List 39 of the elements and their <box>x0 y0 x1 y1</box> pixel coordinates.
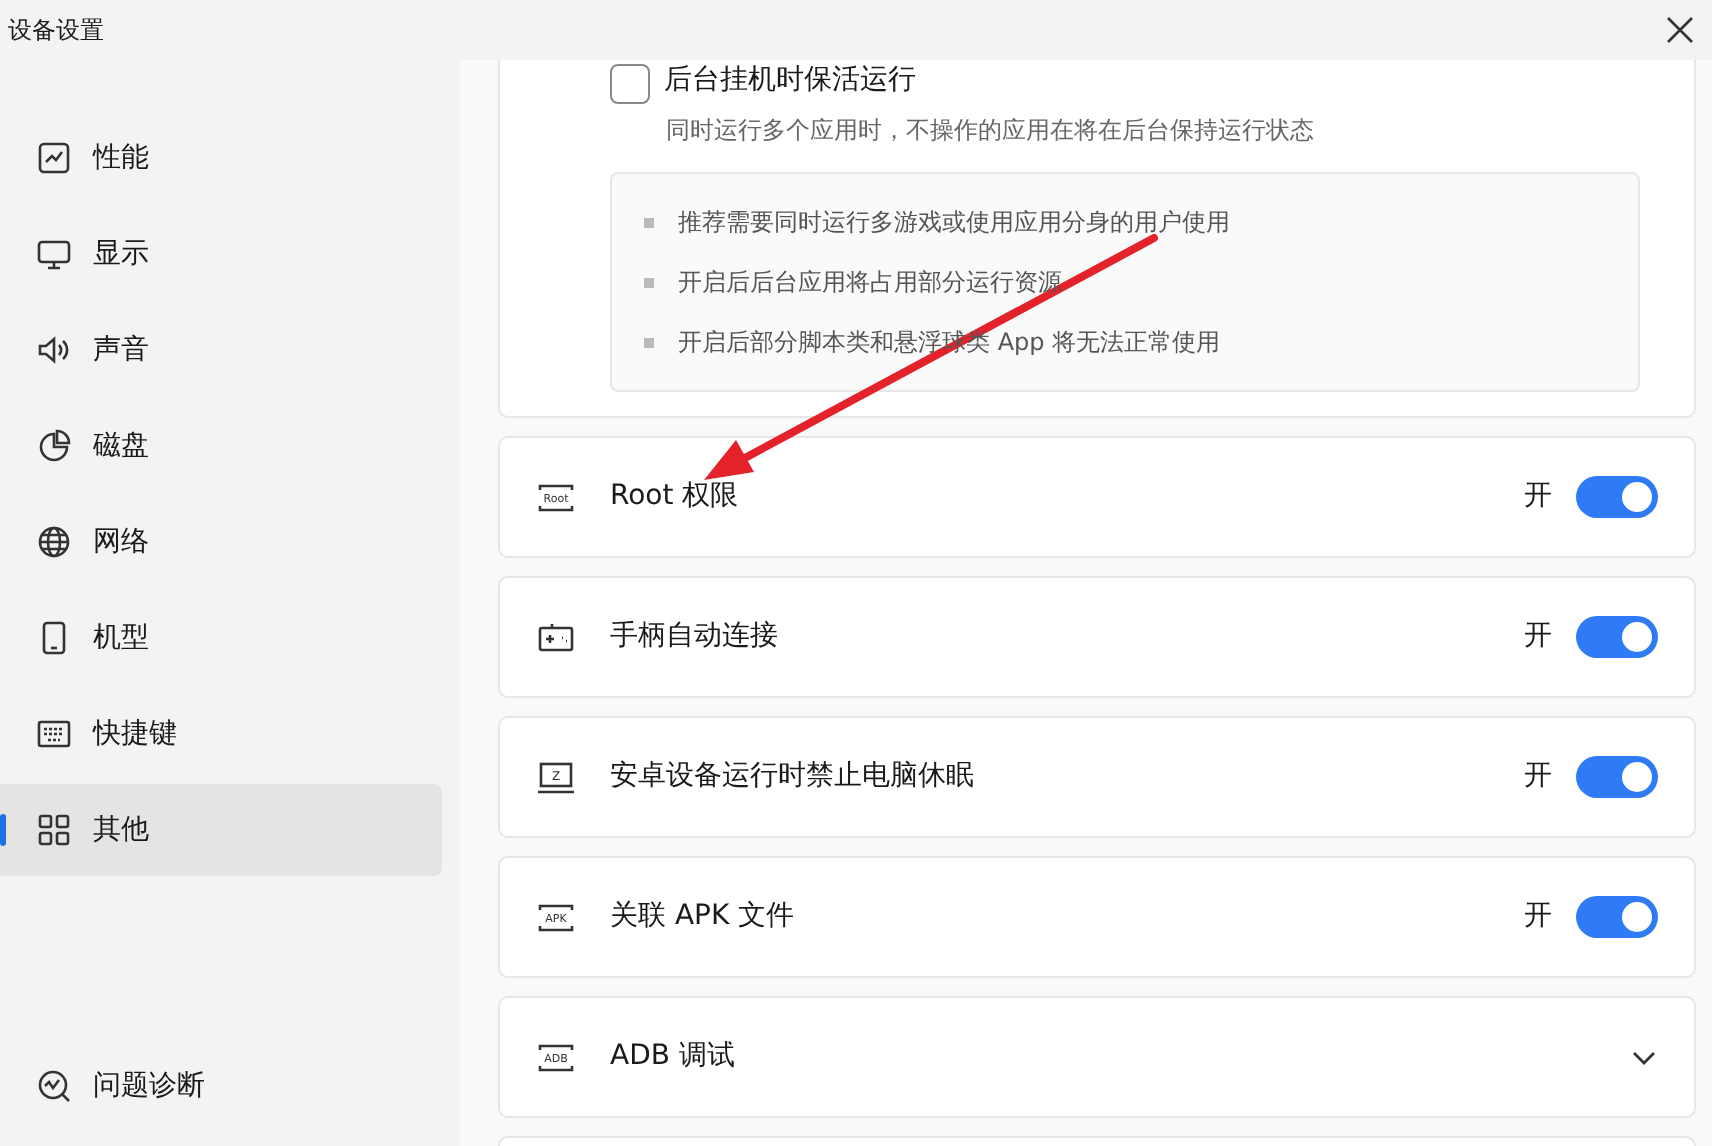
toggle-state-label: 开 <box>1524 758 1552 796</box>
setting-label: 关联 APK 文件 <box>610 898 795 936</box>
note-text: 开启后后台应用将占用部分运行资源 <box>678 266 1062 300</box>
sidebar-item[interactable]: 显示 <box>0 208 442 300</box>
sidebar-item[interactable]: 磁盘 <box>0 400 442 492</box>
speaker-icon <box>36 332 72 368</box>
sidebar-item[interactable]: 其他 <box>0 784 442 876</box>
toggle-switch[interactable] <box>1576 896 1658 938</box>
toggle-state-label: 开 <box>1524 618 1552 656</box>
bullet-icon <box>644 337 654 347</box>
sidebar-item[interactable]: 性能 <box>0 112 442 204</box>
setting-label: 手柄自动连接 <box>610 618 778 656</box>
sidebar-item[interactable]: 网络 <box>0 496 442 588</box>
note-text: 推荐需要同时运行多游戏或使用应用分身的用户使用 <box>678 206 1230 240</box>
diagnostics-icon <box>36 1068 72 1104</box>
sidebar-item[interactable]: 声音 <box>0 304 442 396</box>
pie-chart-icon <box>36 428 72 464</box>
toggle-switch[interactable] <box>1576 616 1658 658</box>
setting-label: Root 权限 <box>610 478 739 516</box>
setting-description: 同时运行多个应用时，不操作的应用在将在后台保持运行状态 <box>664 114 1316 148</box>
setting-label: 安卓设备运行时禁止电脑休眠 <box>610 758 974 796</box>
monitor-icon <box>36 236 72 272</box>
checkbox[interactable] <box>610 64 650 104</box>
sidebar-item[interactable]: 机型 <box>0 592 442 684</box>
chart-icon <box>36 140 72 176</box>
toggle-switch[interactable] <box>1576 756 1658 798</box>
toggle-switch[interactable] <box>1576 476 1658 518</box>
bullet-icon <box>644 217 654 227</box>
diagnostics-item[interactable]: 问题诊断 <box>0 1040 442 1132</box>
toggle-state-label: 开 <box>1524 478 1552 516</box>
toggle-state-label: 开 <box>1524 898 1552 936</box>
grid-icon <box>36 812 72 848</box>
setting-label: ADB 调试 <box>610 1038 735 1076</box>
setting-title: 后台挂机时保活运行 <box>664 62 916 100</box>
keyboard-icon <box>36 716 72 752</box>
globe-icon <box>36 524 72 560</box>
window-title: 设备设置 <box>6 14 104 48</box>
sidebar-item[interactable]: 快捷键 <box>0 688 442 780</box>
bullet-icon <box>644 277 654 287</box>
